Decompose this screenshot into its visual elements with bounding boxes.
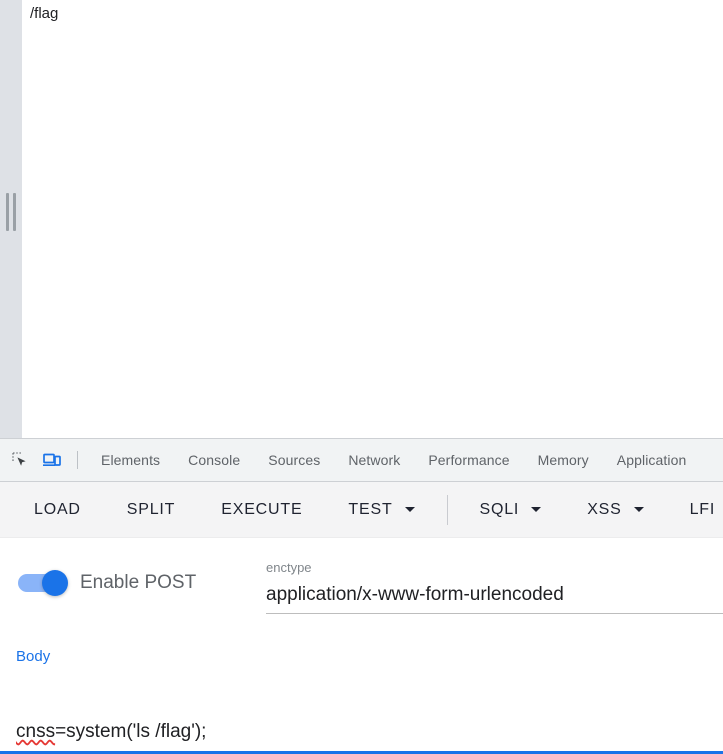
page-output-text: /flag [30,5,59,22]
tab-elements[interactable]: Elements [87,439,174,481]
body-label: Body [16,648,51,665]
lfi-menu-button[interactable]: LFI [674,492,723,528]
body-textarea[interactable]: cnss=system('ls /flag'); [0,678,723,754]
body-text-misspelled-token: cnss [16,721,56,742]
enctype-label: enctype [266,560,312,575]
devtools-panel: Elements Console Sources Network Perform… [0,438,723,754]
lfi-menu-label: LFI [689,500,716,518]
xss-menu-label: XSS [587,500,622,518]
tab-console[interactable]: Console [174,439,254,481]
load-button[interactable]: LOAD [18,492,97,528]
enctype-field[interactable]: enctype application/x-www-form-urlencode… [266,560,723,614]
chevron-down-icon [531,507,542,512]
body-text-content[interactable]: cnss=system('ls /flag'); [16,720,206,744]
toolbar-divider [77,451,78,469]
test-menu-label: TEST [348,500,393,518]
viewport-left-gutter [0,0,22,438]
request-form: Enable POST enctype application/x-www-fo… [0,538,723,754]
inspect-element-icon[interactable] [5,445,35,475]
tab-performance[interactable]: Performance [414,439,523,481]
toolbar-group-divider [446,494,448,525]
split-button-label: SPLIT [126,500,176,518]
sqli-menu-button[interactable]: SQLI [464,492,558,528]
toggle-thumb [42,570,68,596]
chevron-down-icon [404,507,415,512]
devtools-tabbar: Elements Console Sources Network Perform… [0,439,723,482]
post-options-row: Enable POST enctype application/x-www-fo… [0,560,723,618]
execute-button-label: EXECUTE [221,500,303,518]
enctype-input[interactable]: application/x-www-form-urlencoded [266,582,723,614]
body-text-remainder: =system('ls /flag'); [55,721,207,742]
load-button-label: LOAD [34,500,81,518]
enable-post-toggle[interactable] [18,568,72,598]
split-button[interactable]: SPLIT [111,492,191,528]
tab-memory[interactable]: Memory [524,439,603,481]
xss-menu-button[interactable]: XSS [571,492,659,528]
tab-application[interactable]: Application [603,439,701,481]
device-toolbar-icon[interactable] [37,445,67,475]
chevron-down-icon [633,507,644,512]
tab-sources[interactable]: Sources [254,439,334,481]
page-viewport: /flag [0,0,723,438]
app-action-toolbar: LOAD SPLIT EXECUTE TEST SQLI XSS LFI [0,482,723,538]
sqli-menu-label: SQLI [479,500,520,518]
enable-post-label: Enable POST [80,572,197,593]
test-menu-button[interactable]: TEST [332,492,430,528]
execute-button[interactable]: EXECUTE [205,492,318,528]
page-content: /flag [22,0,723,438]
tab-network[interactable]: Network [334,439,414,481]
vertical-grip-handle-icon[interactable] [6,193,16,231]
